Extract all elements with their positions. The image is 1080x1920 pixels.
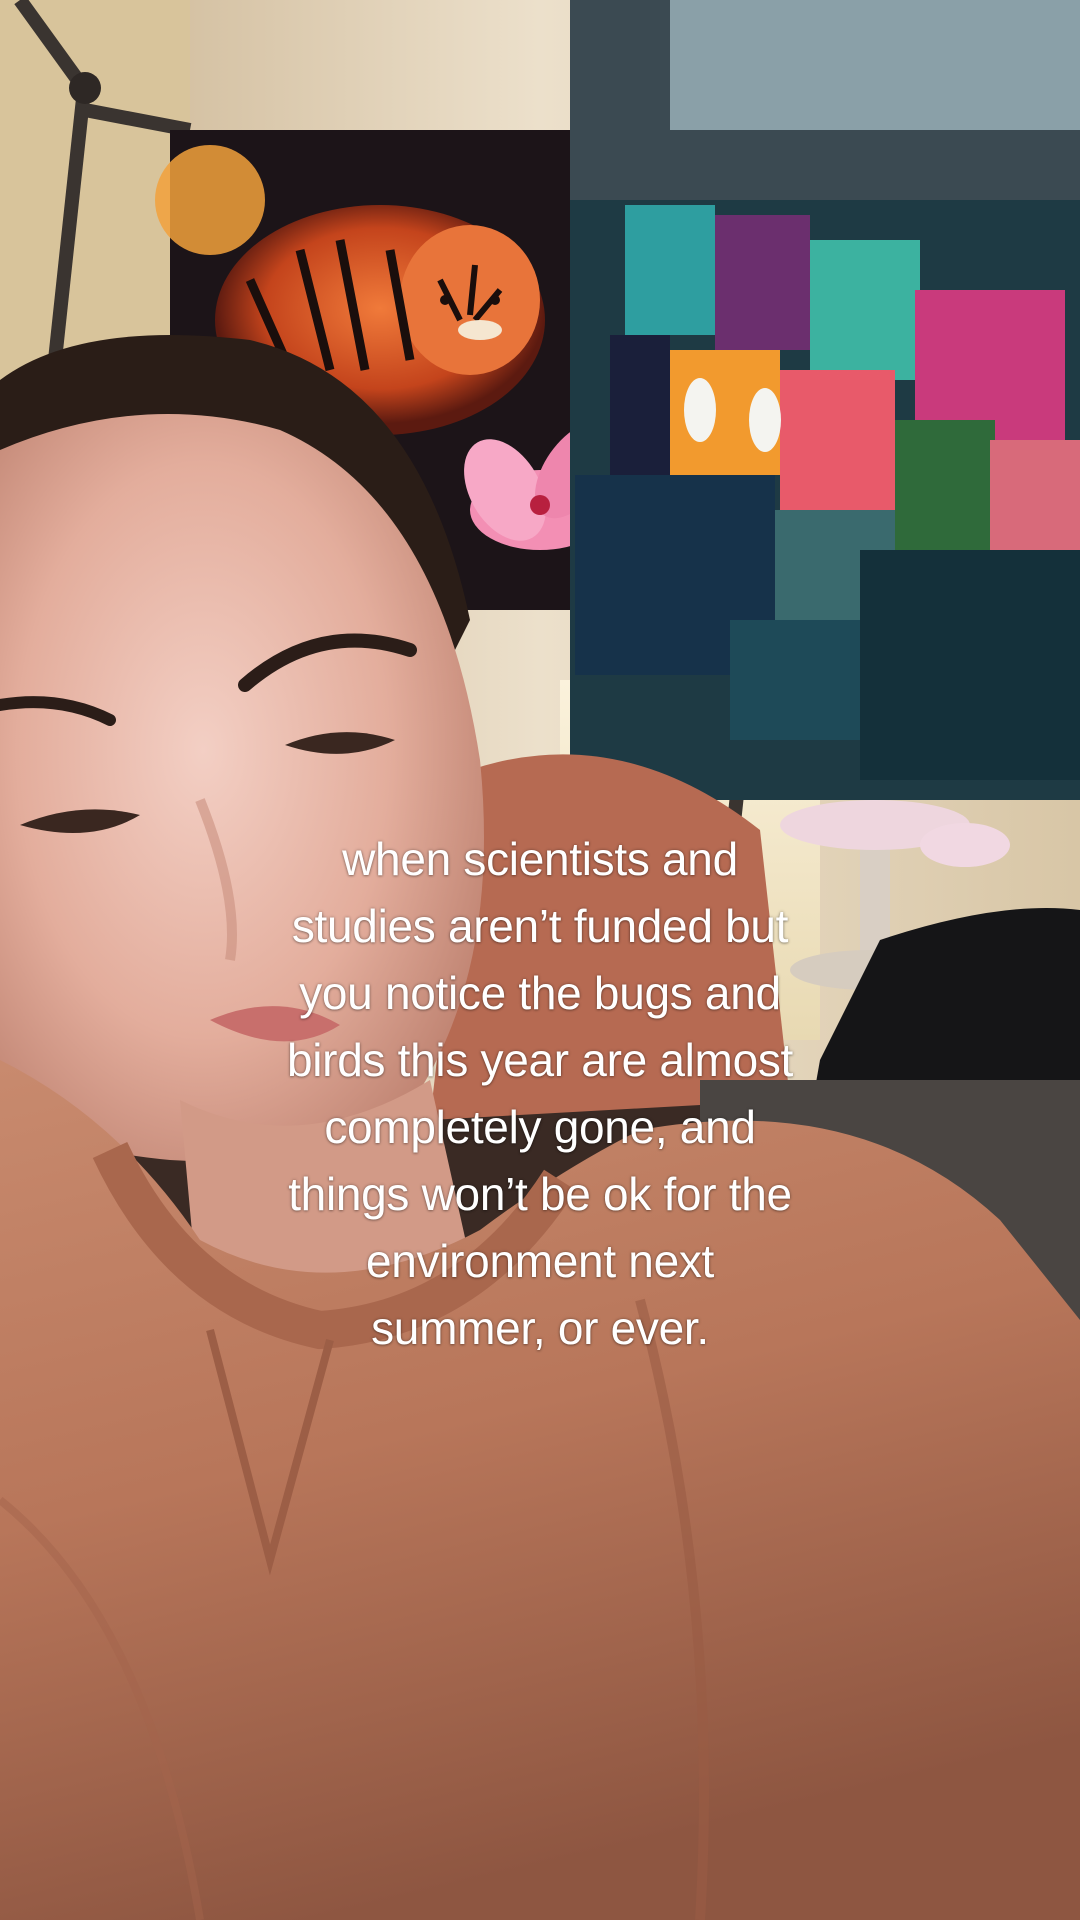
- caption-line-3: you notice the bugs and: [299, 967, 781, 1019]
- video-frame: when scientists and studies aren’t funde…: [0, 0, 1080, 1920]
- caption-line-7: environment next: [365, 1235, 715, 1287]
- bed-finial: [69, 72, 101, 104]
- video-caption: when scientists and studies aren’t funde…: [150, 826, 930, 1362]
- caption-line-4: birds this year are almost: [286, 1034, 794, 1086]
- caption-line-1: when scientists and: [342, 833, 738, 885]
- patchwork-quilt: [570, 0, 1080, 800]
- caption-line-2: studies aren’t funded but: [291, 900, 789, 952]
- caption-line-8: summer, or ever.: [371, 1302, 709, 1354]
- caption-line-6: things won’t be ok for the: [288, 1168, 792, 1220]
- caption-line-5: completely gone, and: [324, 1101, 756, 1153]
